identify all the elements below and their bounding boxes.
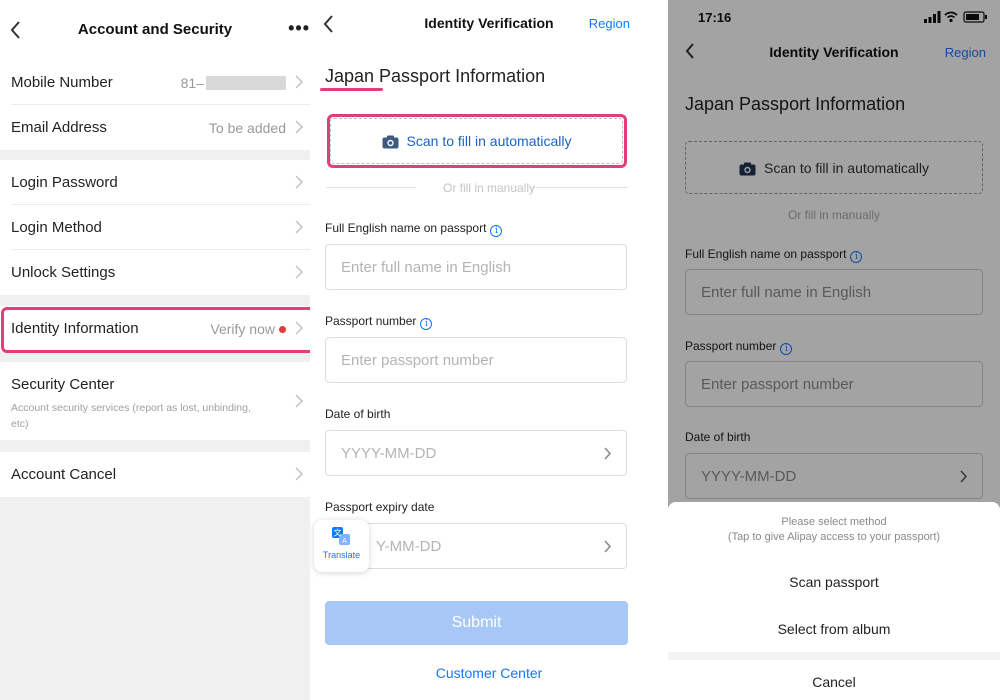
row-label: Identity Information <box>11 320 139 337</box>
input-placeholder: Enter full name in English <box>341 259 512 276</box>
chevron-right-icon <box>604 540 612 553</box>
select-method-screen: 17:16 Identity Verification Region Japan… <box>668 0 1000 700</box>
full-name-input[interactable]: Enter full name in English <box>325 244 627 290</box>
field-label-passport-number: Passport number i <box>325 314 433 330</box>
chevron-right-icon <box>295 394 304 408</box>
heading-highlight-underline <box>320 88 383 91</box>
row-value: Verify now <box>210 321 286 337</box>
row-label: Account Cancel <box>11 466 117 483</box>
row-mobile-number[interactable]: Mobile Number 81– <box>0 60 310 105</box>
cancel-row[interactable]: Cancel <box>668 660 1000 700</box>
chevron-right-icon <box>295 467 304 481</box>
date-of-birth-picker[interactable]: YYYY-MM-DD <box>325 430 627 476</box>
select-from-album-row[interactable]: Select from album <box>668 607 1000 652</box>
row-email-address[interactable]: Email Address To be added <box>0 105 310 150</box>
label-text: Full English name on passport <box>325 221 487 235</box>
action-sheet-header: Please select method (Tap to give Alipay… <box>668 502 1000 607</box>
select-from-album-option[interactable]: Select from album <box>668 621 1000 637</box>
settings-group-contact: Mobile Number 81– Email Address To be ad… <box>0 60 310 150</box>
submit-button[interactable]: Submit <box>325 601 628 645</box>
masked-number-block <box>206 76 286 90</box>
nav-bar: Account and Security ••• <box>0 0 310 60</box>
row-login-password[interactable]: Login Password <box>0 160 310 205</box>
field-label-expiry-date: Passport expiry date <box>325 500 434 514</box>
row-label: Email Address <box>11 119 107 136</box>
chevron-right-icon <box>295 220 304 234</box>
scan-to-fill-button[interactable]: Scan to fill in automatically <box>330 118 623 164</box>
section-heading: Japan Passport Information <box>325 66 546 86</box>
scan-passport-option[interactable]: Scan passport <box>668 574 1000 590</box>
translate-label: Translate <box>322 550 361 560</box>
chevron-right-icon <box>295 75 304 89</box>
masked-number-prefix: 81– <box>180 75 204 91</box>
translate-floating-button[interactable]: 文A Translate <box>314 520 369 572</box>
chevron-right-icon <box>295 120 304 134</box>
camera-icon <box>382 135 399 149</box>
scan-button-label: Scan to fill in automatically <box>406 133 572 149</box>
or-fill-manually-text: Or fill in manually <box>442 181 536 195</box>
svg-text:A: A <box>342 537 347 545</box>
chevron-right-icon <box>604 447 612 460</box>
row-label: Login Password <box>11 174 118 191</box>
row-identity-information[interactable]: Identity Information Verify now <box>0 306 310 351</box>
row-subtext: Account security services (report as los… <box>11 402 251 430</box>
customer-center-link[interactable]: Customer Center <box>310 665 668 681</box>
row-security-center[interactable]: Security Center Account security service… <box>0 362 310 440</box>
row-unlock-settings[interactable]: Unlock Settings <box>0 250 310 295</box>
red-dot-badge <box>279 326 286 333</box>
row-label: Login Method <box>11 219 102 236</box>
label-text: Passport expiry date <box>325 500 435 514</box>
settings-group-cancel: Account Cancel <box>0 452 310 497</box>
svg-text:文: 文 <box>334 528 342 538</box>
passport-number-input[interactable]: Enter passport number <box>325 337 627 383</box>
input-placeholder: YYYY-MM-DD <box>341 445 437 462</box>
label-text: Passport number <box>325 314 417 328</box>
row-value: To be added <box>208 120 286 136</box>
page-title: Account and Security <box>77 21 233 38</box>
info-icon[interactable]: i <box>420 318 433 330</box>
expiry-date-picker[interactable]: Y-MM-DD <box>325 523 627 569</box>
info-icon[interactable]: i <box>490 225 503 237</box>
more-icon[interactable]: ••• <box>288 18 310 39</box>
verify-now-text: Verify now <box>210 321 275 337</box>
sheet-subtitle: (Tap to give Alipay access to your passp… <box>727 531 941 543</box>
row-label: Security Center <box>11 376 115 393</box>
chevron-right-icon <box>295 175 304 189</box>
chevron-right-icon <box>295 265 304 279</box>
row-label: Unlock Settings <box>11 264 116 281</box>
sheet-title: Please select method <box>781 516 887 528</box>
translate-icon: 文A <box>332 527 350 545</box>
label-text: Date of birth <box>325 407 391 421</box>
input-placeholder: Enter passport number <box>341 352 494 369</box>
settings-group-login: Login Password Login Method Unlock Setti… <box>0 160 310 295</box>
field-label-date-of-birth: Date of birth <box>325 407 390 421</box>
input-placeholder: Y-MM-DD <box>376 538 442 555</box>
region-link[interactable]: Region <box>589 16 630 31</box>
settings-group-identity: Identity Information Verify now <box>0 306 310 351</box>
cancel-button[interactable]: Cancel <box>668 674 1000 690</box>
row-account-cancel[interactable]: Account Cancel <box>0 452 310 497</box>
account-security-screen: Account and Security ••• Mobile Number 8… <box>0 0 310 700</box>
settings-group-security: Security Center Account security service… <box>0 362 310 440</box>
action-sheet: Please select method (Tap to give Alipay… <box>668 502 1000 700</box>
scan-button-content: Scan to fill in automatically <box>331 133 622 149</box>
identity-verification-screen: Identity Verification Region Japan Passp… <box>310 0 668 700</box>
field-label-full-name: Full English name on passport i <box>325 221 503 237</box>
row-login-method[interactable]: Login Method <box>0 205 310 250</box>
row-label: Mobile Number <box>11 74 113 91</box>
row-value: 81– <box>181 75 286 91</box>
chevron-right-icon <box>295 321 304 335</box>
